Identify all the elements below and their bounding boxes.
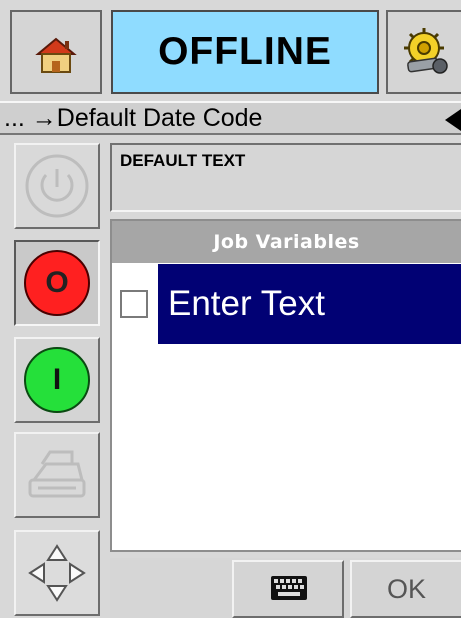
power-button[interactable] <box>14 143 100 229</box>
breadcrumb: ... →Default Date Code <box>0 101 461 135</box>
ok-button[interactable]: OK <box>350 560 461 618</box>
keyboard-button[interactable] <box>232 560 344 618</box>
settings-button[interactable] <box>386 10 461 94</box>
job-variables-header: Job Variables <box>112 221 461 263</box>
gear-wrench-icon <box>404 28 448 74</box>
default-text-label: DEFAULT TEXT <box>120 151 246 170</box>
scroll-left-arrow-icon[interactable] <box>445 109 461 131</box>
home-icon <box>35 37 77 73</box>
printer-control-screen: OFFLINE ... →Default Date Code O I DEFAU… <box>0 0 461 618</box>
printer-status-text: OFFLINE <box>158 30 332 73</box>
stop-indicator: O <box>24 250 90 316</box>
printer-status: OFFLINE <box>111 10 379 94</box>
job-variables-title: Job Variables <box>213 231 360 253</box>
start-button[interactable]: I <box>14 337 100 423</box>
ok-label: OK <box>386 573 426 604</box>
default-text-panel: DEFAULT TEXT <box>110 143 461 212</box>
directional-arrows-icon <box>28 544 86 602</box>
start-indicator: I <box>24 347 90 413</box>
start-label: I <box>52 363 62 396</box>
job-variable-item[interactable]: Enter Text <box>158 264 461 344</box>
keyboard-icon <box>271 576 307 600</box>
stop-button[interactable]: O <box>14 240 100 326</box>
home-button[interactable] <box>10 10 102 94</box>
navigation-button[interactable] <box>14 530 100 616</box>
job-variables-panel: Job Variables Enter Text <box>110 219 461 552</box>
job-variable-label: Enter Text <box>168 284 325 323</box>
bottom-toolbar: OK <box>110 558 461 618</box>
print-button[interactable] <box>14 432 100 518</box>
stop-label: O <box>45 266 69 299</box>
item-checkbox[interactable] <box>120 290 148 318</box>
printer-icon <box>28 450 86 498</box>
power-icon <box>25 154 89 218</box>
breadcrumb-path: ... →Default Date Code <box>4 103 263 132</box>
list-item[interactable]: Enter Text <box>112 263 461 344</box>
